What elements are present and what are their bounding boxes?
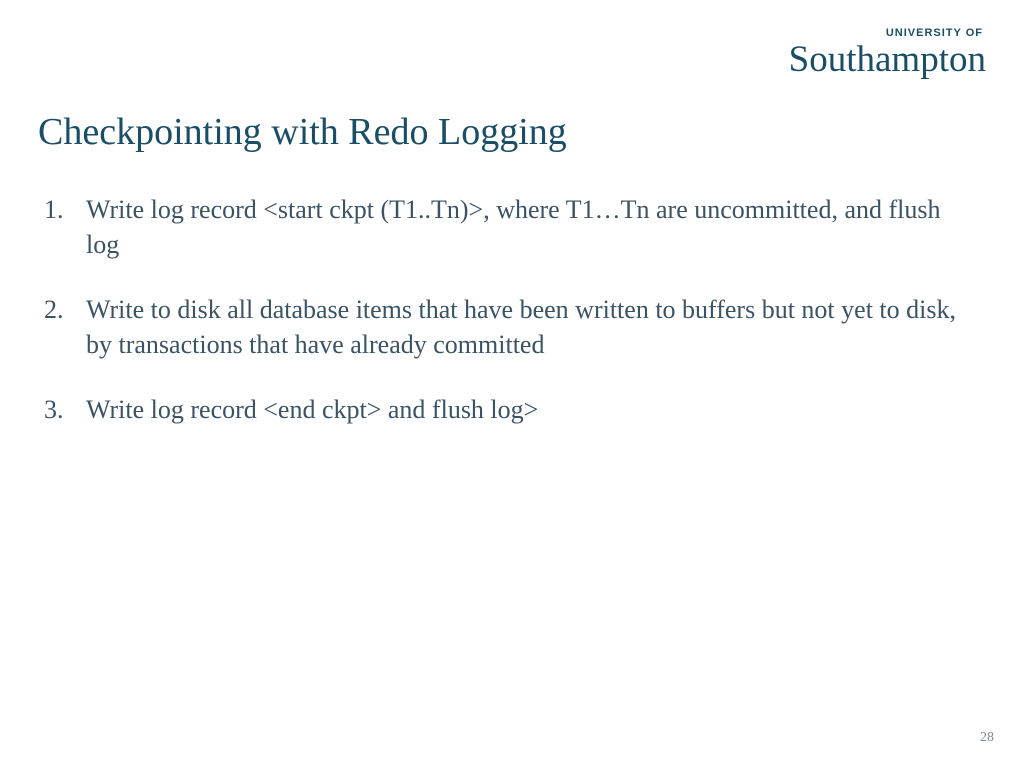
slide-content: Write log record <start ckpt (T1..Tn)>, … xyxy=(38,192,964,457)
university-logo: UNIVERSITY OF Southampton xyxy=(789,28,986,78)
list-item: Write log record <start ckpt (T1..Tn)>, … xyxy=(38,192,964,262)
logo-tagline: UNIVERSITY OF xyxy=(789,28,983,39)
numbered-list: Write log record <start ckpt (T1..Tn)>, … xyxy=(38,192,964,427)
list-item: Write log record <end ckpt> and flush lo… xyxy=(38,392,964,427)
slide-title: Checkpointing with Redo Logging xyxy=(38,110,567,154)
page-number: 28 xyxy=(980,730,994,746)
list-item: Write to disk all database items that ha… xyxy=(38,292,964,362)
logo-name: Southampton xyxy=(789,41,986,78)
